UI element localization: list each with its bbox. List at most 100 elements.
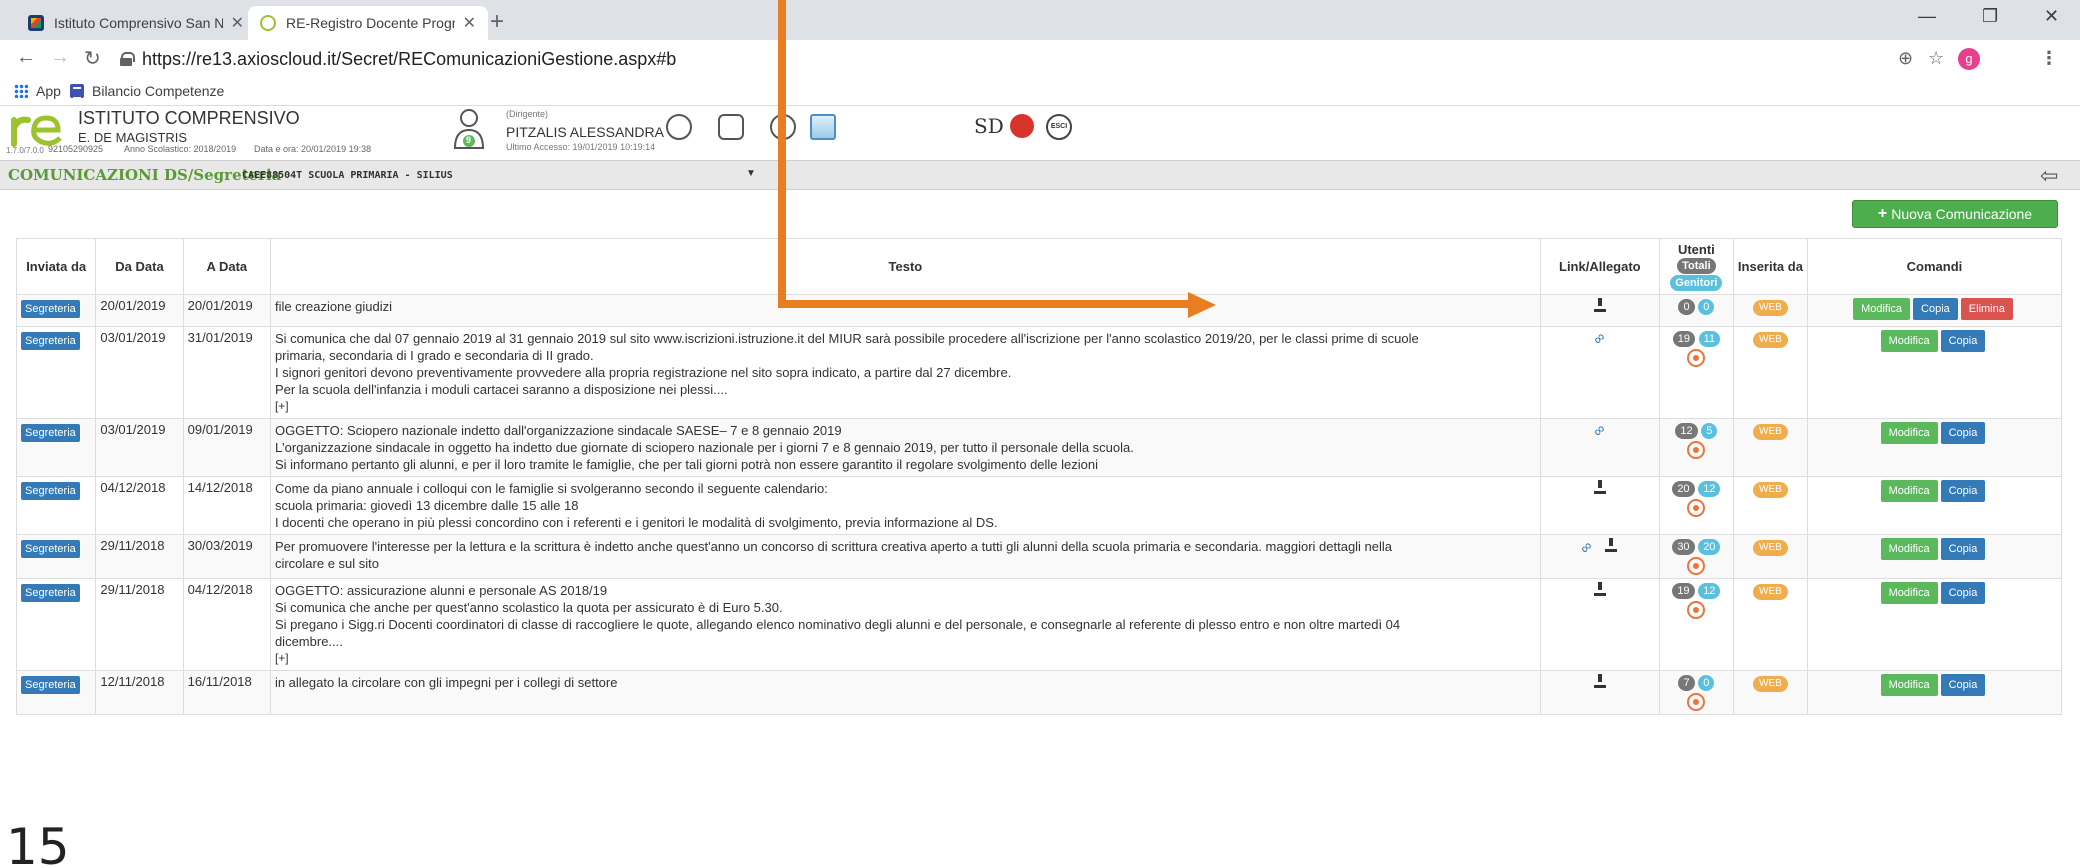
link-icon[interactable]: ∞ — [1590, 329, 1610, 349]
from-date: 12/11/2018 — [95, 670, 184, 715]
modify-button[interactable]: Modifica — [1880, 538, 1938, 560]
total-users-badge: 30 — [1672, 539, 1695, 555]
bookmark-star-icon[interactable]: ☆ — [1928, 48, 1944, 69]
lock-icon — [120, 52, 135, 66]
header-testo[interactable]: Testo — [269, 238, 1541, 295]
modify-button[interactable]: Modifica — [1880, 422, 1938, 444]
modify-button[interactable]: Modifica — [1880, 582, 1938, 604]
expand-link[interactable]: [+] — [275, 398, 1536, 415]
annotation-arrowhead — [1188, 292, 1216, 318]
close-tab-icon[interactable]: ✕ — [463, 13, 476, 33]
copy-button[interactable]: Copia — [1940, 480, 1986, 502]
sender-label: Segreteria — [21, 424, 80, 442]
header-inviata[interactable]: Inviata da — [15, 238, 97, 295]
reload-icon[interactable]: ↻ — [84, 46, 101, 71]
new-communication-button[interactable]: + Nuova Comunicazione — [1852, 200, 2058, 228]
parent-users-badge: 0 — [1698, 299, 1715, 315]
new-tab-button[interactable]: + — [490, 8, 504, 36]
zoom-icon[interactable]: ⊕ — [1898, 48, 1913, 69]
forward-icon[interactable]: → — [50, 46, 70, 69]
header-da-data[interactable]: Da Data — [95, 238, 184, 295]
copy-button[interactable]: Copia — [1940, 422, 1986, 444]
eye-icon[interactable] — [1687, 349, 1706, 367]
last-access: Ultimo Accesso: 19/01/2019 10:19:14 — [506, 142, 656, 152]
download-icon[interactable] — [1593, 298, 1607, 312]
profile-avatar[interactable]: g — [1958, 48, 1980, 70]
total-users-badge: 0 — [1678, 299, 1695, 315]
eye-icon[interactable] — [1687, 499, 1706, 517]
row-text-line: primaria, secondaria di I grado e second… — [274, 348, 594, 363]
address-bar-row: ← → ↻ https://re13.axioscloud.it/Secret/… — [0, 40, 2080, 78]
download-icon[interactable] — [1604, 538, 1618, 552]
menu-kebab-icon[interactable]: ⋮ — [2040, 48, 2058, 69]
school-name: ISTITUTO COMPRENSIVO — [78, 108, 300, 128]
calendar-icon[interactable] — [810, 114, 836, 140]
app-header: ISTITUTO COMPRENSIVO E. DE MAGISTRIS 1.7… — [0, 106, 2080, 160]
back-arrow-icon[interactable]: ⇦ — [2040, 163, 2058, 189]
user-name: PITZALIS ALESSANDRA — [506, 124, 664, 140]
close-window-icon[interactable]: ✕ — [2044, 6, 2059, 27]
eye-icon[interactable] — [1687, 601, 1706, 619]
eye-icon[interactable] — [1687, 557, 1706, 575]
header-link[interactable]: Link/Allegato — [1539, 238, 1660, 295]
parent-users-badge: 5 — [1701, 423, 1718, 439]
annotation-arrow-vertical — [778, 0, 786, 308]
lock-icon[interactable] — [718, 114, 744, 140]
sender-label: Segreteria — [21, 482, 80, 500]
web-badge: WEB — [1753, 482, 1788, 498]
modify-button[interactable]: Modifica — [1880, 330, 1938, 352]
tab-istituto[interactable]: Istituto Comprensivo San Nicolò ✕ — [16, 6, 256, 40]
table-row: Segreteria 29/11/2018 04/12/2018 OGGETTO… — [15, 578, 2063, 671]
lightbulb-icon[interactable] — [666, 114, 692, 140]
row-text-line: circolare e sul sito — [274, 556, 379, 571]
total-users-badge: 12 — [1675, 423, 1698, 439]
header-inserita[interactable]: Inserita da — [1732, 238, 1808, 295]
parent-users-badge: 20 — [1698, 539, 1721, 555]
web-badge: WEB — [1753, 540, 1788, 556]
back-icon[interactable]: ← — [16, 46, 36, 69]
eye-icon[interactable] — [1687, 693, 1706, 711]
bookmark-apps[interactable]: App — [14, 83, 61, 99]
row-text-line: OGGETTO: Sciopero nazionale indetto dall… — [274, 423, 842, 438]
from-date: 20/01/2019 — [95, 294, 184, 327]
url-field[interactable]: https://re13.axioscloud.it/Secret/REComu… — [120, 44, 1920, 74]
modify-button[interactable]: Modifica — [1880, 674, 1938, 696]
parent-users-badge: 12 — [1698, 481, 1721, 497]
modify-button[interactable]: Modifica — [1880, 480, 1938, 502]
row-text-line: OGGETTO: assicurazione alunni e personal… — [274, 583, 608, 598]
to-date: 30/03/2019 — [182, 534, 271, 579]
header-utenti-label: Utenti — [1677, 242, 1715, 257]
genitori-badge: Genitori — [1670, 275, 1723, 291]
header-a-data[interactable]: A Data — [182, 238, 271, 295]
restore-icon[interactable]: ❐ — [1982, 6, 1998, 27]
expand-link[interactable]: [+] — [275, 650, 1536, 667]
close-tab-icon[interactable]: ✕ — [231, 13, 244, 33]
logout-button[interactable]: ESCI — [1046, 114, 1072, 140]
sd-logo[interactable]: SD — [974, 114, 1004, 138]
copy-button[interactable]: Copia — [1940, 582, 1986, 604]
school-subname: E. DE MAGISTRIS — [78, 130, 188, 145]
minimize-icon[interactable]: — — [1918, 6, 1936, 27]
delete-button[interactable]: Elimina — [1960, 298, 2013, 320]
copy-button[interactable]: Copia — [1940, 674, 1986, 696]
total-users-badge: 19 — [1672, 583, 1695, 599]
header-utenti[interactable]: Utenti Totali Genitori — [1658, 238, 1734, 295]
link-icon[interactable]: ∞ — [1590, 421, 1610, 441]
bookmark-bilancio[interactable]: Bilancio Competenze — [70, 83, 224, 99]
download-icon[interactable] — [1593, 582, 1607, 596]
chevron-down-icon[interactable]: ▼ — [746, 168, 756, 179]
red-app-icon[interactable] — [1010, 114, 1034, 138]
tab-registro[interactable]: RE-Registro Docente Programma ✕ — [248, 6, 488, 40]
download-icon[interactable] — [1593, 480, 1607, 494]
communications-table: Inviata da Da Data A Data Testo Link/All… — [15, 238, 2063, 715]
download-icon[interactable] — [1593, 674, 1607, 688]
eye-icon[interactable] — [1687, 441, 1706, 459]
copy-button[interactable]: Copia — [1940, 330, 1986, 352]
modify-button[interactable]: Modifica — [1853, 298, 1911, 320]
re-favicon-icon — [260, 15, 276, 31]
user-badge: 9 — [466, 135, 472, 145]
copy-button[interactable]: Copia — [1913, 298, 1958, 320]
link-icon[interactable]: ∞ — [1577, 538, 1597, 558]
class-selector[interactable]: CAEE88504T SCUOLA PRIMARIA - SILIUS — [242, 170, 453, 181]
copy-button[interactable]: Copia — [1940, 538, 1986, 560]
